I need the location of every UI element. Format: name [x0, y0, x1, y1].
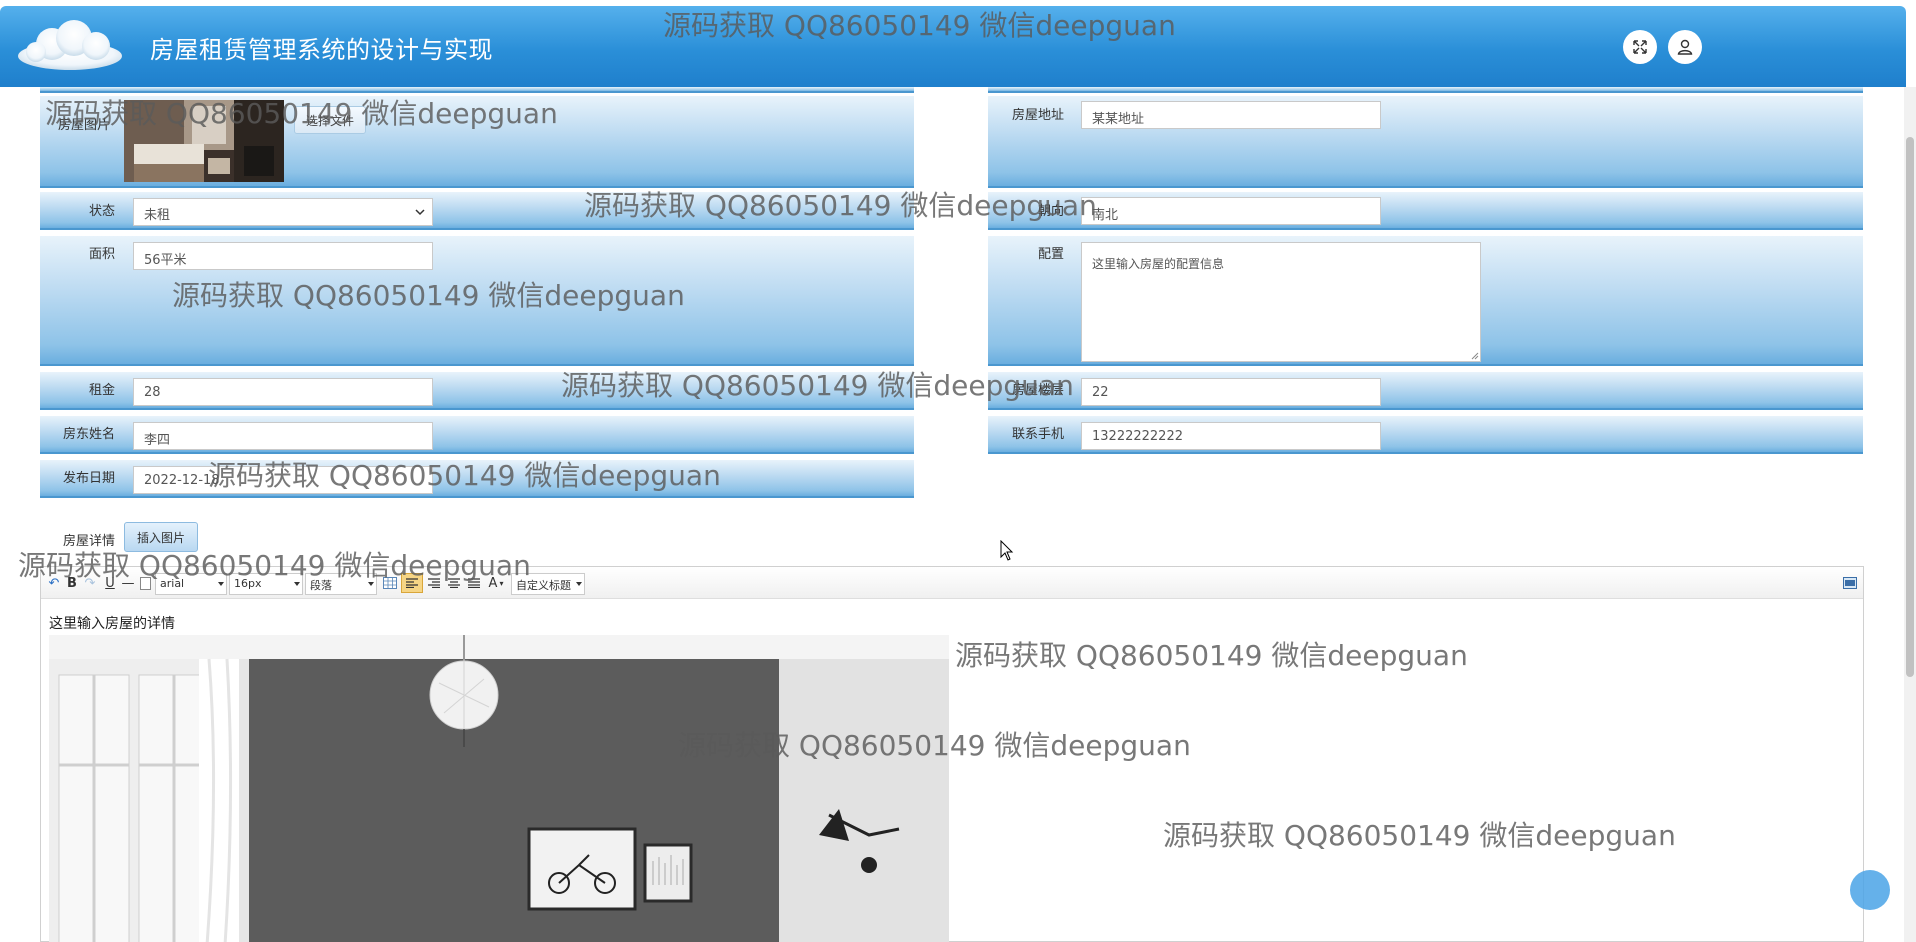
- room-photo: [49, 635, 949, 942]
- detail-label: 房屋详情: [62, 534, 115, 549]
- redo-icon[interactable]: ↷: [81, 573, 99, 593]
- phone-label: 联系手机: [1011, 427, 1064, 442]
- floor-input[interactable]: 22: [1081, 378, 1381, 406]
- orientation-label: 朝向: [1037, 204, 1064, 219]
- fullscreen-button[interactable]: [1623, 30, 1657, 64]
- row-strip-right: [988, 87, 1863, 93]
- rich-text-editor[interactable]: ↶ B ↷ U — arial 16px 段落 A ▾ 自定义标题 这里输入房屋…: [40, 566, 1864, 942]
- app-title: 房屋租赁管理系统的设计与实现: [150, 36, 493, 64]
- page-scrollbar[interactable]: [1904, 87, 1916, 942]
- horizontal-rule-icon[interactable]: —: [119, 573, 137, 593]
- mouse-cursor-icon: [1000, 540, 1014, 561]
- floor-label: 房屋楼层: [1011, 383, 1064, 398]
- date-input[interactable]: 2022-12-18: [133, 466, 433, 494]
- scrollbar-thumb[interactable]: [1906, 137, 1914, 677]
- align-right-icon[interactable]: [425, 573, 443, 593]
- chevron-down-icon: [576, 582, 582, 586]
- bold-button[interactable]: B: [63, 573, 81, 593]
- area-input[interactable]: 56平米: [133, 242, 433, 270]
- top-header: 房屋租赁管理系统的设计与实现: [0, 6, 1906, 87]
- table-icon[interactable]: [381, 573, 399, 593]
- choose-file-button[interactable]: 选择文件: [294, 106, 366, 134]
- photo-label: 房屋图片: [57, 118, 110, 133]
- text-color-label: A: [488, 575, 498, 591]
- font-family-value: arial: [160, 577, 185, 590]
- font-size-value: 16px: [234, 577, 262, 590]
- custom-title-select[interactable]: 自定义标题: [511, 573, 585, 595]
- page-root: 房屋租赁管理系统的设计与实现 房屋图片 选择文件 房屋地址 某某地址 状态 未租…: [0, 0, 1916, 942]
- rent-input[interactable]: 28: [133, 378, 433, 406]
- align-left-icon[interactable]: [401, 573, 423, 593]
- font-family-select[interactable]: arial: [155, 573, 227, 595]
- orientation-input[interactable]: 南北: [1081, 197, 1381, 225]
- address-input[interactable]: 某某地址: [1081, 101, 1381, 129]
- paragraph-select[interactable]: 段落: [305, 573, 377, 595]
- house-photo-thumbnail: [124, 100, 284, 182]
- area-label: 面积: [88, 247, 115, 262]
- paragraph-value: 段落: [310, 579, 332, 592]
- config-textarea[interactable]: 这里输入房屋的配置信息: [1081, 242, 1481, 362]
- back-to-top-button[interactable]: [1850, 870, 1890, 910]
- row-strip-left: [40, 87, 914, 93]
- status-label: 状态: [88, 204, 115, 219]
- editor-toolbar: ↶ B ↷ U — arial 16px 段落 A ▾ 自定义标题: [41, 567, 1863, 599]
- address-label: 房屋地址: [1011, 108, 1064, 123]
- text-color-button[interactable]: A ▾: [485, 573, 507, 593]
- user-button[interactable]: [1668, 30, 1702, 64]
- align-justify-icon[interactable]: [465, 573, 483, 593]
- status-selected-value: 未租: [144, 208, 171, 223]
- cloud-logo-icon: [18, 20, 122, 70]
- chevron-down-icon: ▾: [499, 578, 504, 588]
- user-icon: [1677, 39, 1693, 55]
- document-icon[interactable]: [137, 573, 153, 593]
- custom-title-value: 自定义标题: [516, 579, 571, 592]
- phone-input[interactable]: 13222222222: [1081, 422, 1381, 450]
- fullscreen-editor-icon[interactable]: [1841, 573, 1859, 593]
- font-size-select[interactable]: 16px: [229, 573, 303, 595]
- config-label: 配置: [1037, 247, 1064, 262]
- landlord-input[interactable]: 李四: [133, 422, 433, 450]
- date-label: 发布日期: [62, 471, 115, 486]
- landlord-label: 房东姓名: [62, 427, 115, 442]
- align-center-icon[interactable]: [445, 573, 463, 593]
- resize-grip-icon[interactable]: [1469, 350, 1479, 360]
- underline-button[interactable]: U: [101, 573, 119, 593]
- fullscreen-icon: [1633, 40, 1647, 54]
- insert-image-button[interactable]: 插入图片: [124, 522, 198, 552]
- config-text: 这里输入房屋的配置信息: [1092, 257, 1225, 271]
- rent-label: 租金: [88, 383, 115, 398]
- chevron-down-icon: [368, 582, 374, 586]
- chevron-down-icon: [415, 209, 425, 216]
- editor-content-text: 这里输入房屋的详情: [49, 616, 175, 632]
- undo-icon[interactable]: ↶: [47, 573, 61, 593]
- chevron-down-icon: [218, 582, 224, 586]
- status-select[interactable]: 未租: [133, 198, 433, 226]
- chevron-down-icon: [294, 582, 300, 586]
